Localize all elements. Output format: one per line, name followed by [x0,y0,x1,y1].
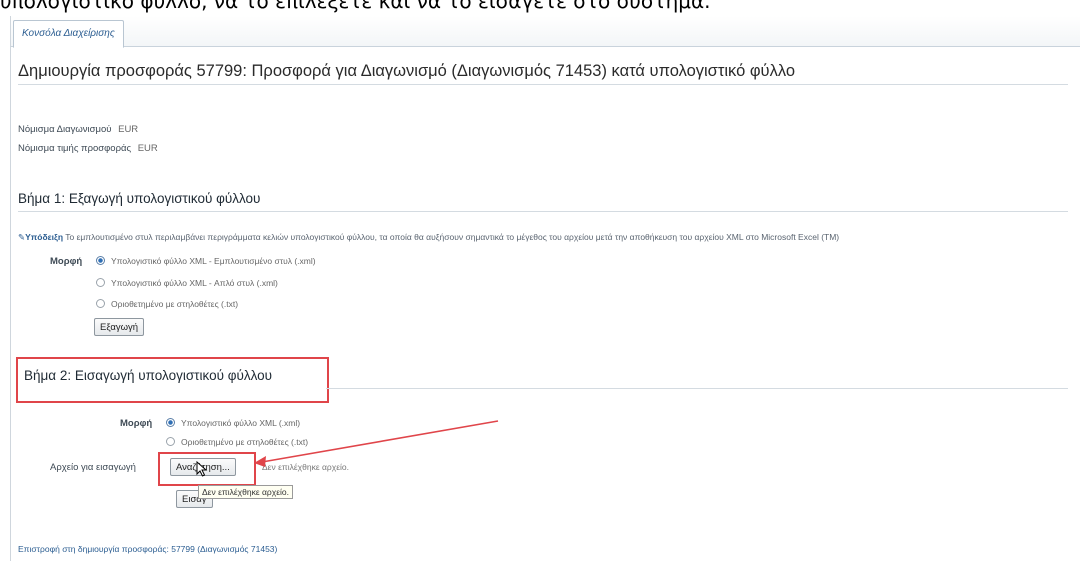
step2-option-txt[interactable]: Οριοθετημένο με στηλοθέτες (.txt) [166,437,308,447]
page-title: Δημιουργία προσφοράς 57799: Προσφορά για… [18,62,795,80]
radio-icon[interactable] [166,437,175,446]
step2-divider [326,388,1068,389]
step2-option-label: Υπολογιστικό φύλλο XML (.xml) [181,418,301,428]
tender-currency-value: EUR [118,124,139,135]
step1-format-label: Μορφή [50,256,83,267]
step1-tip: ✎Υπόδειξη Το εμπλουτισμένο στυλ περιλαμβ… [18,232,839,243]
step1-option-txt[interactable]: Οριοθετημένο με στηλοθέτες (.txt) [96,299,238,309]
tender-currency-label: Νόμισμα Διαγωνισμού [18,124,112,135]
step2-format-label: Μορφή [120,418,153,429]
document-caption: υπολογιστικό φύλλο, να το επιλέξετε και … [0,0,711,13]
file-to-import-label: Αρχείο για εισαγωγή [50,462,136,473]
mouse-pointer-icon [196,461,208,477]
step1-option-xml-plain[interactable]: Υπολογιστικό φύλλο XML - Απλό στυλ (.xml… [96,278,278,288]
tip-label: Υπόδειξη [25,232,64,242]
back-to-bid-link[interactable]: Επιστροφή στη δημιουργία προσφοράς: 5779… [18,544,277,554]
bid-currency-value: EUR [137,143,158,154]
title-divider [18,84,1068,85]
step1-option-xml-rich[interactable]: Υπολογιστικό φύλλο XML - Εμπλουτισμένο σ… [96,256,316,266]
tab-admin-console[interactable]: Κονσόλα Διαχείρισης [13,20,124,48]
tender-currency-row: Νόμισμα Διαγωνισμού EUR [18,124,138,135]
radio-icon[interactable] [96,299,105,308]
step2-option-label: Οριοθετημένο με στηλοθέτες (.txt) [181,437,309,447]
step2-option-xml[interactable]: Υπολογιστικό φύλλο XML (.xml) [166,418,300,428]
radio-selected-icon[interactable] [96,256,105,265]
tab-bar: Κονσόλα Διαχείρισης [11,16,1080,48]
tip-text: Το εμπλουτισμένο στυλ περιλαμβάνει περιγ… [65,232,840,242]
radio-selected-icon[interactable] [166,418,175,427]
step1-option-label: Υπολογιστικό φύλλο XML - Εμπλουτισμένο σ… [111,256,316,266]
file-status-text: Δεν επιλέχθηκε αρχείο. [262,462,349,472]
step1-divider [18,211,1068,212]
file-tooltip: Δεν επιλέχθηκε αρχείο. [198,485,293,499]
step2-heading: Βήμα 2: Εισαγωγή υπολογιστικού φύλλου [24,368,273,383]
bid-currency-row: Νόμισμα τιμής προσφοράς EUR [18,143,158,154]
radio-icon[interactable] [96,278,105,287]
step1-heading: Βήμα 1: Εξαγωγή υπολογιστικού φύλλου [18,191,261,206]
step1-option-label: Οριοθετημένο με στηλοθέτες (.txt) [111,299,239,309]
bid-currency-label: Νόμισμα τιμής προσφοράς [18,143,132,154]
export-button[interactable]: Εξαγωγή [94,318,145,336]
step1-option-label: Υπολογιστικό φύλλο XML - Απλό στυλ (.xml… [111,278,278,288]
